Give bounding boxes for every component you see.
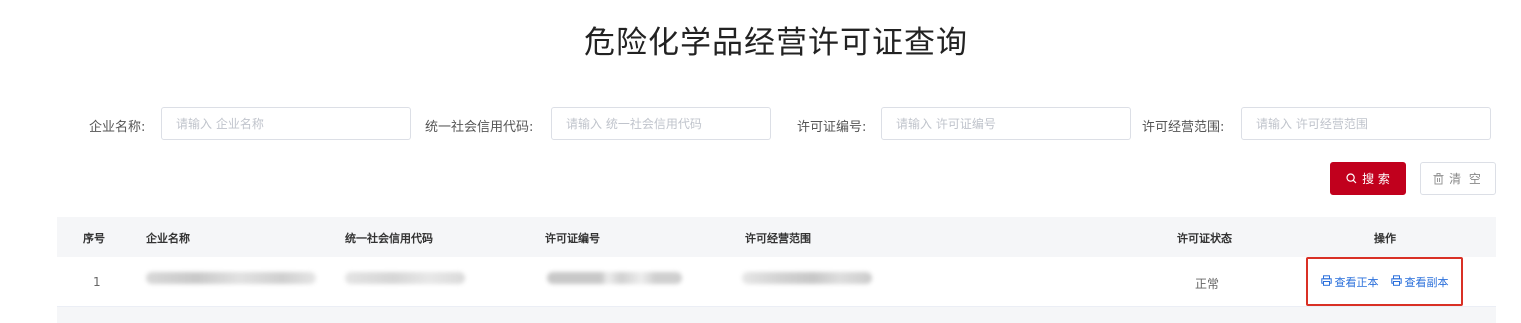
- trash-icon: [1433, 172, 1444, 185]
- page-title: 危险化学品经营许可证查询: [584, 25, 968, 61]
- print-icon: [1320, 274, 1332, 289]
- header-license-no: 许可证编号: [545, 232, 600, 245]
- view-copy-link[interactable]: 查看副本: [1390, 274, 1449, 290]
- status-value: 正常: [1195, 277, 1220, 291]
- table-row: 1 正常 查看正本 查看副本: [57, 257, 1496, 307]
- filter-license-no-label: 许可证编号:: [797, 120, 867, 135]
- scope-redacted: [742, 272, 872, 284]
- search-button[interactable]: 搜 索: [1330, 162, 1406, 195]
- search-icon: [1346, 173, 1357, 184]
- search-button-label: 搜 索: [1362, 172, 1390, 186]
- table-row-next: [57, 307, 1496, 323]
- filter-credit-code-label: 统一社会信用代码:: [425, 120, 534, 135]
- header-status: 许可证状态: [1177, 232, 1232, 245]
- row-index: 1: [93, 275, 101, 289]
- results-table: 序号 企业名称 统一社会信用代码 许可证编号 许可经营范围 许可证状态 操作 1…: [57, 217, 1496, 323]
- company-name-input[interactable]: [161, 107, 411, 140]
- credit-code-input[interactable]: [551, 107, 771, 140]
- header-credit-code: 统一社会信用代码: [345, 232, 433, 245]
- license-no-redacted: [547, 272, 682, 284]
- license-no-input[interactable]: [881, 107, 1131, 140]
- clear-button[interactable]: 清 空: [1420, 162, 1496, 195]
- credit-code-redacted: [345, 272, 465, 284]
- view-original-label: 查看正本: [1334, 275, 1379, 289]
- table-header: 序号 企业名称 统一社会信用代码 许可证编号 许可经营范围 许可证状态 操作: [57, 217, 1496, 257]
- header-scope: 许可经营范围: [745, 232, 811, 245]
- header-company: 企业名称: [146, 232, 190, 245]
- header-actions: 操作: [1374, 232, 1396, 245]
- print-icon: [1390, 274, 1402, 289]
- view-copy-label: 查看副本: [1404, 275, 1449, 289]
- actions-highlight: 查看正本 查看副本: [1306, 257, 1463, 306]
- filter-scope-label: 许可经营范围:: [1142, 120, 1225, 135]
- clear-button-label: 清 空: [1449, 172, 1483, 186]
- filter-company-label: 企业名称:: [89, 120, 146, 135]
- company-name-redacted: [146, 272, 316, 284]
- scope-input[interactable]: [1241, 107, 1491, 140]
- view-original-link[interactable]: 查看正本: [1320, 274, 1379, 290]
- header-index: 序号: [83, 232, 105, 245]
